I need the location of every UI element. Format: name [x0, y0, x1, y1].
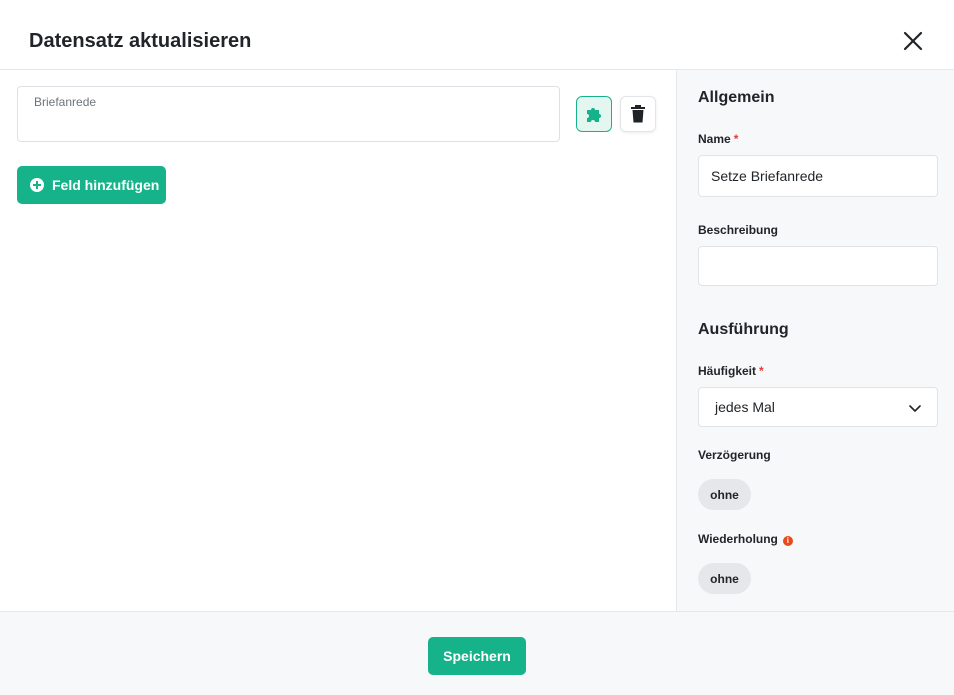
- close-icon[interactable]: [899, 27, 927, 55]
- plus-circle-icon: [30, 178, 44, 192]
- execution-section-title: Ausführung: [698, 321, 789, 338]
- dialog-header: Datensatz aktualisieren: [0, 0, 954, 70]
- delay-label: Verzögerung: [698, 448, 771, 462]
- trash-icon: [631, 105, 645, 123]
- info-icon[interactable]: i: [782, 536, 793, 546]
- description-input[interactable]: [698, 246, 938, 286]
- frequency-select[interactable]: jedes Mal: [698, 387, 938, 427]
- general-section-title: Allgemein: [698, 89, 775, 106]
- add-field-button[interactable]: Feld hinzufügen: [17, 166, 166, 204]
- settings-panel: Allgemein Name * Setze Briefanrede Beschr…: [676, 70, 954, 611]
- required-marker: *: [759, 364, 764, 378]
- name-label: Name *: [698, 132, 739, 146]
- required-marker: *: [733, 132, 739, 146]
- update-record-dialog: Datensatz aktualisieren Briefanrede Feld…: [0, 0, 954, 695]
- field-label: Briefanrede: [34, 95, 97, 109]
- repeat-label: Wiederholung i: [698, 532, 793, 546]
- puzzle-icon: [587, 108, 601, 122]
- delay-pill[interactable]: ohne: [698, 479, 751, 510]
- delete-button[interactable]: [620, 96, 656, 132]
- description-label: Beschreibung: [698, 223, 779, 237]
- briefanrede-field[interactable]: Briefanrede: [17, 86, 560, 142]
- puzzle-button[interactable]: [576, 96, 612, 132]
- chevron-down-icon: [909, 405, 921, 412]
- frequency-label: Häufigkeit *: [698, 364, 764, 378]
- save-button[interactable]: Speichern: [428, 637, 526, 675]
- dialog-title: Datensatz aktualisieren: [29, 30, 252, 52]
- repeat-pill[interactable]: ohne: [698, 563, 751, 594]
- name-input[interactable]: Setze Briefanrede: [698, 155, 938, 197]
- frequency-select-value: jedes Mal: [715, 399, 775, 415]
- dialog-footer: Speichern: [0, 611, 954, 695]
- name-input-value: Setze Briefanrede: [711, 168, 824, 184]
- add-field-label: Feld hinzufügen: [52, 177, 160, 193]
